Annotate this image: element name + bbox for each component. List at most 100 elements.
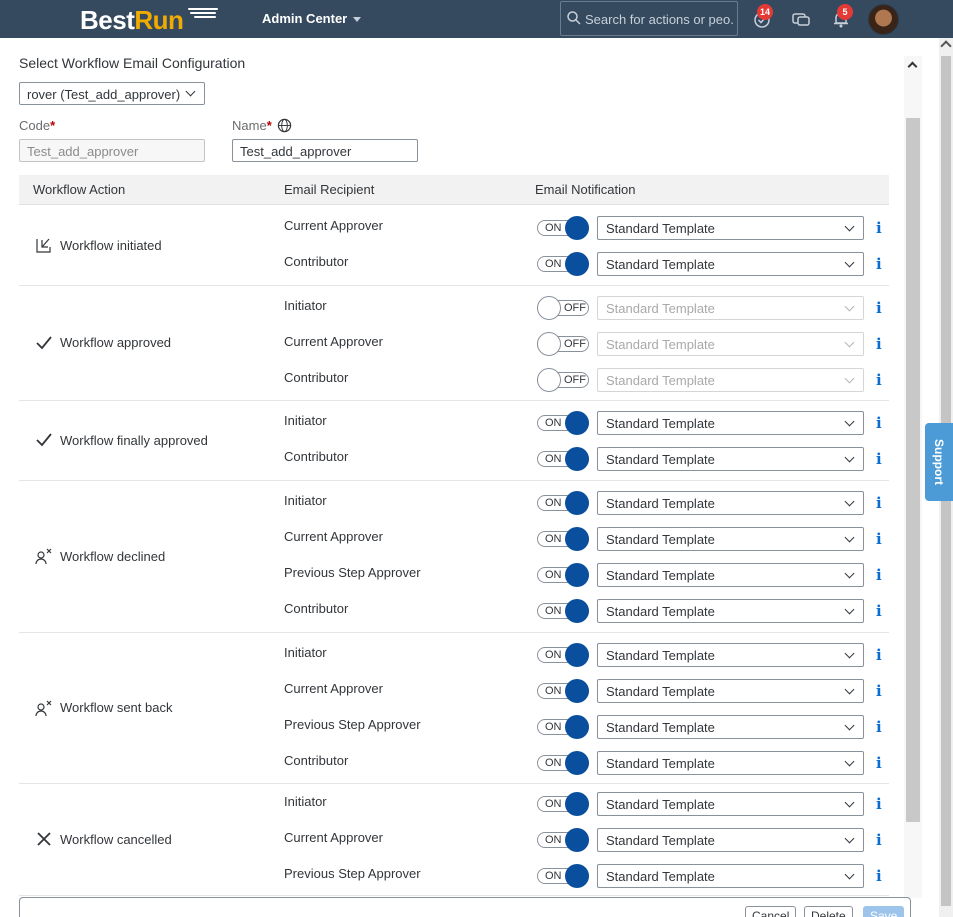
chevron-down-icon	[844, 496, 855, 507]
table-row: Previous Step Approver ON Standard Templat…	[19, 557, 889, 593]
toggle-knob	[565, 715, 589, 739]
email-recipient: Current Approver	[284, 218, 383, 233]
template-select-value: Standard Template	[606, 373, 715, 388]
scroll-up-icon[interactable]	[940, 40, 952, 52]
notification-toggle[interactable]: ON	[537, 679, 589, 703]
notification-toggle[interactable]: ON	[537, 252, 589, 276]
info-icon[interactable]: i	[876, 450, 882, 468]
template-select[interactable]: Standard Template	[597, 527, 864, 551]
notification-toggle[interactable]: OFF	[537, 296, 589, 320]
template-select-value: Standard Template	[606, 756, 715, 771]
notification-toggle[interactable]: ON	[537, 447, 589, 471]
template-select-value: Standard Template	[606, 257, 715, 272]
table-row: Contributor OFF Standard Template i	[19, 362, 889, 398]
toggle-state: ON	[545, 533, 562, 545]
delete-button[interactable]: Delete	[804, 906, 853, 917]
notification-toggle[interactable]: ON	[537, 751, 589, 775]
info-icon[interactable]: i	[876, 299, 882, 317]
notification-toggle[interactable]: OFF	[537, 332, 589, 356]
company-logo[interactable]: BestRun	[80, 5, 184, 35]
config-select-value: rover (Test_add_approver)	[27, 87, 181, 102]
toggle-state: ON	[545, 685, 562, 697]
template-select-value: Standard Template	[606, 833, 715, 848]
toggle-knob	[565, 563, 589, 587]
template-select[interactable]: Standard Template	[597, 715, 864, 739]
info-icon[interactable]: i	[876, 795, 882, 813]
workflow-group: Workflow initiated Current Approver ON Stan…	[19, 206, 889, 286]
toggle-state: ON	[545, 798, 562, 810]
info-icon[interactable]: i	[876, 335, 882, 353]
template-select[interactable]: Standard Template	[597, 679, 864, 703]
logo-lines-icon	[188, 8, 220, 22]
template-select[interactable]: Standard Template	[597, 751, 864, 775]
notification-toggle[interactable]: ON	[537, 216, 589, 240]
chevron-down-icon	[353, 17, 362, 23]
info-icon[interactable]: i	[876, 602, 882, 620]
info-icon[interactable]: i	[876, 831, 882, 849]
chat-icon[interactable]	[791, 9, 811, 29]
template-select-value: Standard Template	[606, 720, 715, 735]
table-row: Current Approver OFF Standard Template i	[19, 326, 889, 362]
info-icon[interactable]: i	[876, 646, 882, 664]
info-icon[interactable]: i	[876, 718, 882, 736]
template-select[interactable]: Standard Template	[597, 864, 864, 888]
info-icon[interactable]: i	[876, 682, 882, 700]
info-icon[interactable]: i	[876, 494, 882, 512]
template-select[interactable]: Standard Template	[597, 491, 864, 515]
search-input[interactable]: Search for actions or peo...	[560, 1, 738, 36]
info-icon[interactable]: i	[876, 530, 882, 548]
table-row: Current Approver ON Standard Template i	[19, 673, 889, 709]
template-select[interactable]: Standard Template	[597, 828, 864, 852]
globe-icon[interactable]	[277, 118, 292, 133]
support-tab[interactable]: Support	[925, 423, 953, 501]
table-row: Initiator ON Standard Template i	[19, 786, 889, 822]
template-select[interactable]: Standard Template	[597, 216, 864, 240]
template-select[interactable]: Standard Template	[597, 599, 864, 623]
workflow-group: Workflow declined Initiator ON Standard Tem…	[19, 481, 889, 633]
template-select[interactable]: Standard Template	[597, 252, 864, 276]
email-recipient: Initiator	[284, 794, 327, 809]
toggle-knob	[565, 411, 589, 435]
info-icon[interactable]: i	[876, 371, 882, 389]
template-select-value: Standard Template	[606, 568, 715, 583]
info-icon[interactable]: i	[876, 867, 882, 885]
notification-toggle[interactable]: OFF	[537, 368, 589, 392]
notification-toggle[interactable]: ON	[537, 527, 589, 551]
template-select[interactable]: Standard Template	[597, 411, 864, 435]
info-icon[interactable]: i	[876, 255, 882, 273]
notification-toggle[interactable]: ON	[537, 599, 589, 623]
notification-toggle[interactable]: ON	[537, 715, 589, 739]
config-select[interactable]: rover (Test_add_approver)	[19, 82, 205, 105]
name-field[interactable]: Test_add_approver	[232, 139, 418, 162]
email-recipient: Previous Step Approver	[284, 717, 421, 732]
cancel-button[interactable]: Cancel	[745, 906, 797, 917]
info-icon[interactable]: i	[876, 414, 882, 432]
notification-toggle[interactable]: ON	[537, 864, 589, 888]
info-icon[interactable]: i	[876, 754, 882, 772]
template-select[interactable]: Standard Template	[597, 643, 864, 667]
template-select-value: Standard Template	[606, 337, 715, 352]
notification-toggle[interactable]: ON	[537, 792, 589, 816]
info-icon[interactable]: i	[876, 566, 882, 584]
notification-toggle[interactable]: ON	[537, 491, 589, 515]
template-select[interactable]: Standard Template	[597, 792, 864, 816]
avatar[interactable]	[868, 4, 899, 35]
template-select[interactable]: Standard Template	[597, 563, 864, 587]
notification-toggle[interactable]: ON	[537, 828, 589, 852]
code-field: Test_add_approver	[19, 139, 205, 162]
scroll-up-icon[interactable]	[907, 61, 918, 72]
app-menu-button[interactable]: Admin Center	[262, 11, 362, 26]
toggle-state: ON	[545, 453, 562, 465]
chevron-down-icon	[844, 604, 855, 615]
toggle-knob	[537, 368, 561, 392]
save-button[interactable]: Save	[863, 906, 905, 917]
scroll-thumb[interactable]	[906, 118, 920, 822]
template-select-value: Standard Template	[606, 301, 715, 316]
content-scrollbar[interactable]	[904, 56, 922, 898]
info-icon[interactable]: i	[876, 219, 882, 237]
notification-toggle[interactable]: ON	[537, 643, 589, 667]
notification-toggle[interactable]: ON	[537, 563, 589, 587]
template-select[interactable]: Standard Template	[597, 447, 864, 471]
table-row: Current Approver ON Standard Template i	[19, 822, 889, 858]
notification-toggle[interactable]: ON	[537, 411, 589, 435]
